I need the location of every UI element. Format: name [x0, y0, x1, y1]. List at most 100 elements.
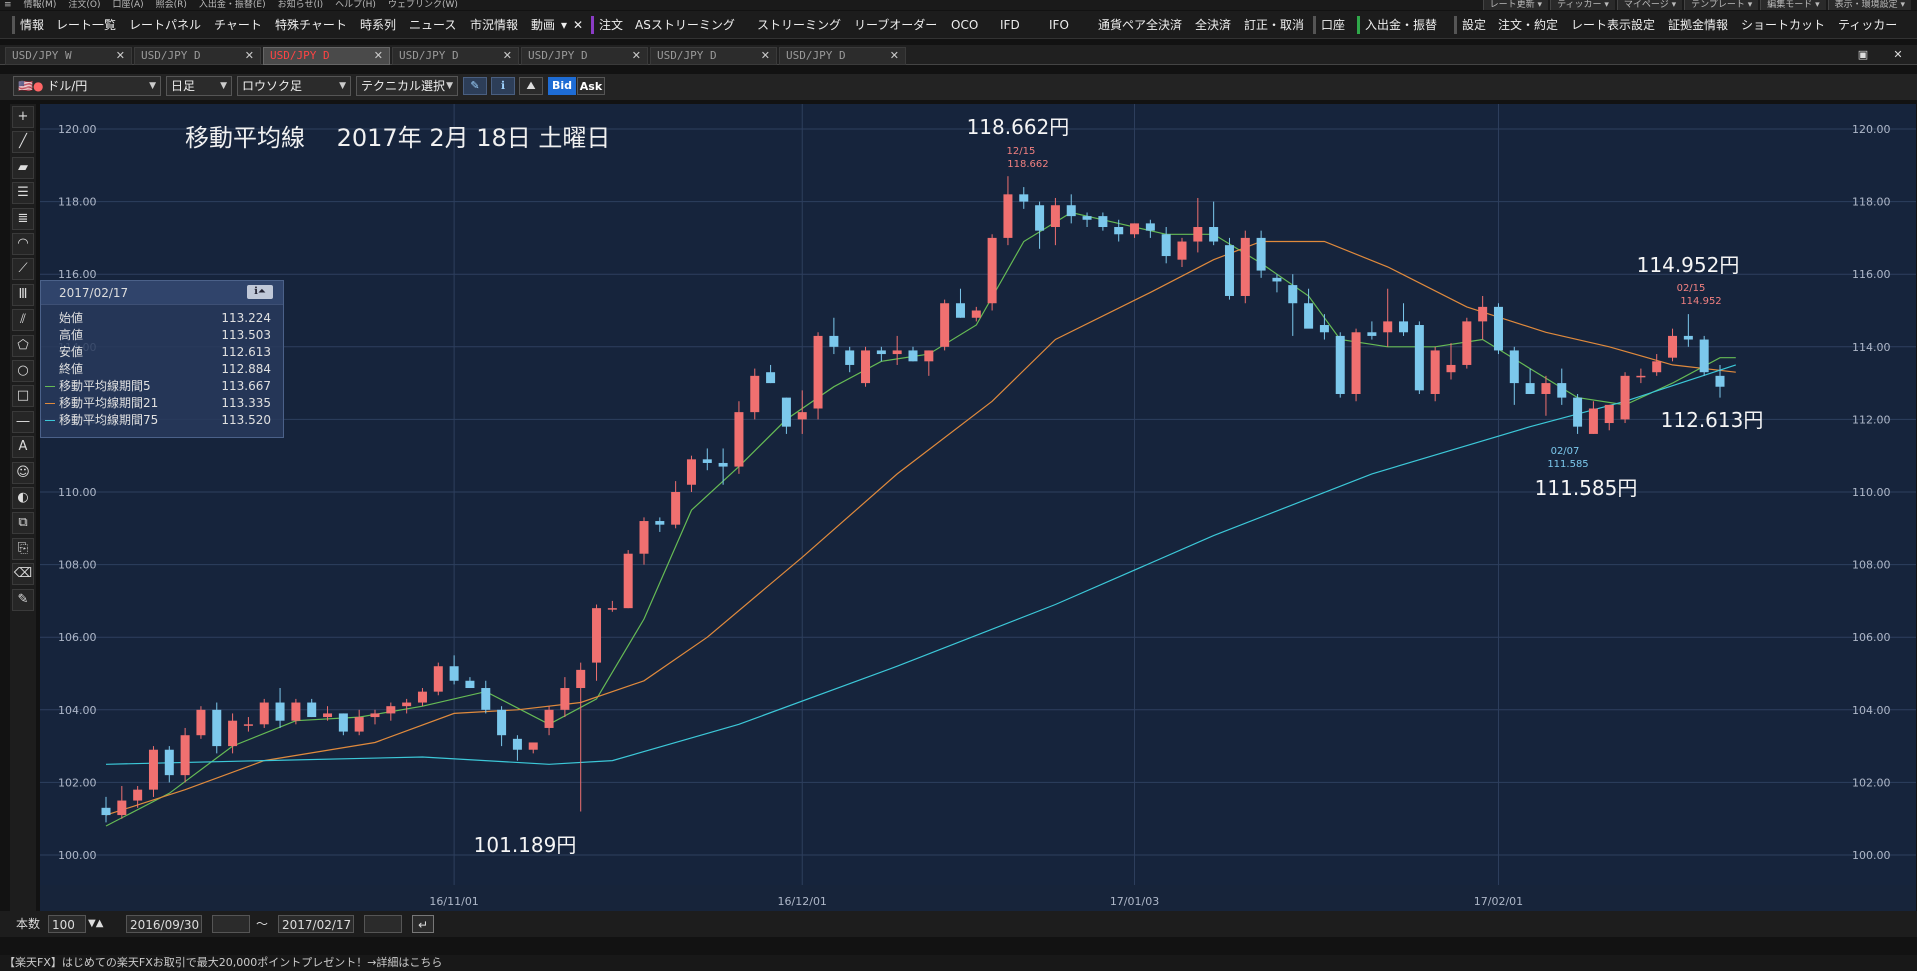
menu-item[interactable]: お知らせ(I) [278, 0, 324, 10]
info-toggle-icon[interactable]: ℹ⏶ [247, 285, 273, 299]
order-toolbar-item[interactable]: OCO [951, 16, 978, 34]
eraser-icon[interactable]: ⌫ [12, 563, 34, 586]
toolbar-item[interactable]: レートパネル [129, 16, 201, 34]
toolbar-item[interactable]: ニュース [409, 16, 456, 34]
order-toolbar-item[interactable]: ASストリーミング [635, 16, 735, 34]
menu-right-button[interactable]: 表示・環境設定 ▾ [1827, 0, 1911, 10]
menu-right-button[interactable]: ティッカー ▾ [1550, 0, 1615, 10]
settings-toolbar-item[interactable]: 設定 [1462, 16, 1486, 34]
chart-tab[interactable]: USD/JPY D ✕ [134, 47, 261, 65]
settings-icon[interactable]: ◐ [12, 487, 34, 509]
pentagon-icon[interactable]: ⬠ [12, 334, 34, 357]
close-icon[interactable]: ✕ [573, 16, 583, 34]
tab-close-icon[interactable]: ✕ [632, 48, 641, 64]
menu-right-button[interactable]: テンプレート ▾ [1684, 0, 1759, 10]
rectangle-icon[interactable]: □ [12, 385, 34, 408]
menu-item[interactable]: 注文(O) [68, 0, 100, 10]
ask-button[interactable]: Ask [577, 77, 605, 95]
settings-toolbar-item[interactable]: 証拠金情報 [1668, 16, 1728, 34]
channel-icon[interactable]: ⫽ [12, 309, 34, 332]
period-select[interactable]: 日足 ▼ [166, 76, 232, 96]
technical-select[interactable]: テクニカル選択 ▼ [356, 76, 458, 96]
paste-icon[interactable]: ⎘ [12, 537, 34, 560]
crosshair-icon[interactable]: + [12, 106, 34, 128]
close-icon[interactable]: ✕ [1890, 48, 1906, 62]
menu-right-button[interactable]: マイページ ▾ [1616, 0, 1683, 10]
chart-area[interactable]: 100.00 100.00 102.00 102.00 104.00 104.00 106.… [40, 104, 1916, 911]
settings-toolbar-item[interactable]: ティッカー [1838, 16, 1897, 34]
fibonacci-icon[interactable]: ≣ [12, 207, 34, 230]
return-icon[interactable]: ↵ [412, 915, 434, 933]
menu-right-button[interactable]: 編集モード ▾ [1760, 0, 1826, 10]
arc-icon[interactable]: ◠ [12, 233, 34, 255]
bid-button[interactable]: Bid [548, 77, 576, 95]
order-toolbar-item[interactable]: IFO [1049, 16, 1069, 34]
settings-toolbar-item[interactable]: 注文・約定 [1498, 16, 1558, 34]
chart-tab[interactable]: USD/JPY D ✕ [392, 47, 519, 65]
text-icon[interactable]: A [12, 436, 34, 459]
start-date-input[interactable]: 2016/09/30 [126, 915, 202, 933]
chart-tab[interactable]: USD/JPY D ✕ [521, 47, 648, 65]
chart-tab[interactable]: USD/JPY D ✕ [650, 47, 777, 65]
tab-close-icon[interactable]: ✕ [890, 48, 899, 64]
menu-item[interactable]: 照会(R) [156, 0, 187, 10]
mountain-chart-icon[interactable]: ⛰ [519, 77, 543, 95]
order-toolbar-item[interactable]: 通貨ペア全決済 [1098, 16, 1182, 34]
order-toolbar-item[interactable]: 訂正・取消 [1244, 16, 1304, 34]
chart-tab[interactable]: USD/JPY W ✕ [5, 47, 132, 65]
maximize-icon[interactable]: ▣ [1855, 48, 1871, 62]
copy-icon[interactable]: ⧉ [12, 512, 34, 535]
menu-item[interactable]: ウェブリンク(W) [388, 0, 458, 10]
toolbar-item[interactable]: 市況情報 [470, 16, 518, 34]
tab-close-icon[interactable]: ✕ [503, 48, 512, 64]
end-time-input[interactable] [364, 915, 402, 933]
chart-tab[interactable]: USD/JPY D ✕ [263, 47, 390, 65]
line-icon[interactable]: ― [12, 410, 34, 433]
tab-close-icon[interactable]: ✕ [374, 48, 383, 64]
emoji-icon[interactable]: ☺ [12, 461, 34, 484]
chart-tab[interactable]: USD/JPY D ✕ [779, 47, 906, 65]
settings-toolbar-item[interactable]: ショートカット [1741, 16, 1825, 34]
toolbar-item[interactable]: 情報 [20, 16, 44, 34]
info-icon[interactable]: ℹ [491, 77, 515, 95]
settings-toolbar-item[interactable]: レート表示設定 [1571, 16, 1655, 34]
menu-item[interactable]: 入出金・振替(E) [199, 0, 266, 10]
order-toolbar-item[interactable]: IFD [1000, 16, 1020, 34]
tab-close-icon[interactable]: ✕ [761, 48, 770, 64]
menu-item[interactable]: 情報(M) [24, 0, 57, 10]
tab-close-icon[interactable]: ✕ [245, 48, 254, 64]
end-date-input[interactable]: 2017/02/17 [278, 915, 354, 933]
pen-icon[interactable]: ✎ [463, 77, 487, 95]
order-toolbar-item[interactable]: ストリーミング [757, 16, 841, 34]
circle-icon[interactable]: ○ [12, 360, 34, 382]
chevron-down-icon[interactable]: ▾ [561, 16, 567, 34]
fan-icon[interactable]: ⟋ [12, 258, 34, 281]
footer-news[interactable]: 【楽天FX】はじめての楽天FXお取引で最大20,000ポイントプレゼント！→詳細… [0, 955, 1917, 971]
account-button[interactable]: 口座 [1321, 16, 1345, 34]
horizontal-lines-icon[interactable]: ☰ [12, 182, 34, 205]
trendline-icon[interactable]: ╱ [12, 131, 34, 154]
order-toolbar-item[interactable]: 注文 [599, 16, 623, 34]
currency-pair-select[interactable]: 🇺🇸● ドル/円 ▼ [13, 76, 161, 96]
count-input[interactable]: 100 [48, 915, 86, 933]
menu-item[interactable]: 口座(A) [112, 0, 143, 10]
toolbar-item[interactable]: レート一覧 [56, 16, 116, 34]
start-time-input[interactable] [212, 915, 250, 933]
toolbar-item[interactable]: チャート [214, 16, 262, 34]
candlestick-chart[interactable]: 100.00 100.00 102.00 102.00 104.00 104.00 106.… [40, 104, 1916, 911]
tab-close-icon[interactable]: ✕ [116, 48, 125, 64]
toolbar-item[interactable]: 時系列 [360, 16, 396, 34]
order-toolbar-item[interactable]: リーブオーダー [854, 16, 937, 34]
ruler-icon[interactable]: ▰ [12, 156, 34, 179]
app-menu-icon[interactable]: ≡ [4, 0, 12, 10]
order-toolbar-item[interactable]: 全決済 [1195, 16, 1231, 34]
menu-right-button[interactable]: レート更新 ▾ [1482, 0, 1549, 10]
menu-item[interactable]: ヘルプ(H) [335, 0, 376, 10]
stepper-icon[interactable]: ▼▲ [88, 915, 103, 933]
chart-style-select[interactable]: ロウソク足 ▼ [237, 76, 351, 96]
vertical-lines-icon[interactable]: Ⅲ [12, 283, 34, 306]
toolbar-item[interactable]: 動画 [531, 16, 555, 34]
erase-all-icon[interactable]: ✎ [12, 588, 34, 611]
toolbar-item[interactable]: 特殊チャート [275, 16, 347, 34]
deposit-button[interactable]: 入出金・振替 [1365, 16, 1437, 34]
